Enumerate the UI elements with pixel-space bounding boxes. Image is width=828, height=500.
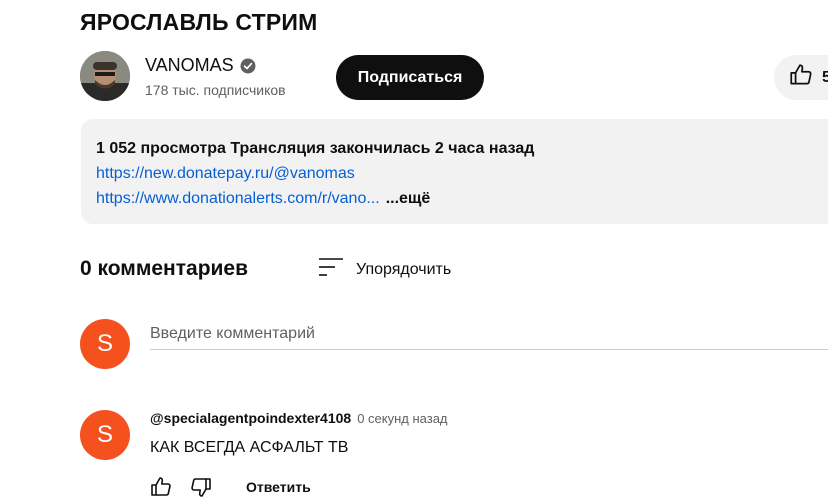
comment-text: КАК ВСЕГДА АСФАЛЬТ ТВ	[150, 439, 349, 456]
channel-avatar[interactable]	[80, 51, 130, 101]
comment-actions: Ответить	[148, 474, 311, 500]
thumbs-down-icon	[191, 478, 211, 497]
comment-time[interactable]: 0 секунд назад	[357, 411, 447, 426]
sort-label: Упорядочить	[356, 260, 452, 278]
channel-name-text[interactable]: VANOMAS	[145, 55, 234, 76]
donationalerts-link[interactable]: https://www.donationalerts.com/r/vano...	[96, 190, 380, 207]
video-title: ЯРОСЛАВЛЬ СТРИМ	[80, 9, 318, 35]
user-avatar[interactable]: S	[80, 319, 130, 369]
donatepay-link[interactable]: https://new.donatepay.ru/@vanomas	[96, 165, 355, 182]
reply-button[interactable]: Ответить	[246, 479, 311, 495]
like-count: 5	[822, 68, 828, 86]
comment-author[interactable]: @specialagentpoindexter4108	[150, 410, 351, 426]
view-count-status: 1 052 просмотра Трансляция закончилась 2…	[96, 140, 535, 157]
subscriber-count: 178 тыс. подписчиков	[145, 82, 286, 98]
comment-like-button[interactable]	[148, 474, 174, 500]
verified-icon	[240, 58, 256, 74]
channel-name[interactable]: VANOMAS	[145, 55, 256, 76]
comment-input[interactable]	[150, 319, 828, 350]
sort-button[interactable]: Упорядочить	[318, 256, 451, 283]
like-button[interactable]: 5	[774, 55, 828, 100]
thumbs-up-icon	[151, 477, 171, 496]
comments-count: 0 комментариев	[80, 257, 249, 280]
comment-header: @specialagentpoindexter4108 0 секунд наз…	[150, 410, 448, 426]
thumbs-up-icon	[788, 62, 814, 93]
subscribe-button[interactable]: Подписаться	[336, 55, 484, 100]
commenter-avatar[interactable]: S	[80, 410, 130, 460]
comment-dislike-button[interactable]	[188, 474, 214, 500]
description-box[interactable]: 1 052 просмотра Трансляция закончилась 2…	[81, 119, 828, 224]
show-more-button[interactable]: ...ещё	[386, 190, 431, 207]
sort-icon	[318, 256, 344, 283]
